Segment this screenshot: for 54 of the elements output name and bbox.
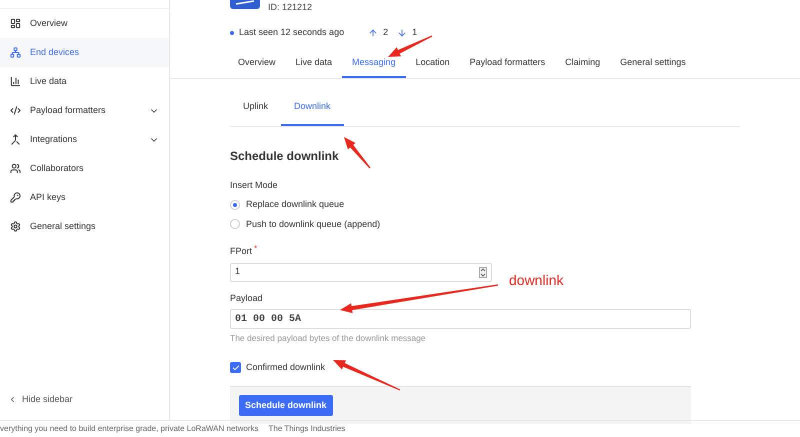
required-mark: * <box>254 245 258 255</box>
checkbox-label: Confirmed downlink <box>246 360 326 374</box>
field-label: Insert Mode <box>230 178 279 192</box>
sidebar-item[interactable]: Collaborators <box>0 154 169 183</box>
arrow-down-icon <box>397 28 408 38</box>
tab[interactable]: Payload formatters <box>460 54 556 78</box>
network-icon <box>10 47 21 58</box>
sidebar-item[interactable]: API keys <box>0 183 169 212</box>
fport-input[interactable]: 1 <box>230 262 492 282</box>
sidebar-item[interactable]: Live data <box>0 67 169 96</box>
spinner-icon <box>479 266 487 278</box>
tab[interactable]: Location <box>406 54 460 78</box>
key-icon <box>10 192 21 203</box>
chart-icon <box>10 76 21 87</box>
sidebar-item[interactable]: Overview <box>0 9 169 38</box>
radio-label: Replace downlink queue <box>246 198 344 211</box>
hide-sidebar-button[interactable]: Hide sidebar <box>0 392 169 406</box>
sidebar-item[interactable]: End devices <box>0 38 169 67</box>
downlink-count: 1 <box>412 26 418 39</box>
arrow-up-icon <box>368 28 378 38</box>
device-id: ID: 121212 <box>268 1 312 14</box>
radio-button[interactable] <box>230 200 240 210</box>
help-text: The desired payload bytes of the downlink message <box>230 332 427 345</box>
radio-button[interactable] <box>230 219 240 230</box>
radio-label: Push to downlink queue (append) <box>246 218 380 231</box>
footer-tagline: verything you need to build enterprise grade, private LoRaWAN networks <box>0 423 259 435</box>
uplink-count: 2 <box>383 26 388 39</box>
annotation-text: downlink <box>509 271 564 290</box>
section-title: Schedule downlink <box>230 148 339 164</box>
dashboard-icon <box>10 18 21 29</box>
field-label: FPort <box>230 245 252 258</box>
tab[interactable]: Live data <box>286 54 342 78</box>
annotation-arrow <box>344 137 370 168</box>
code-icon <box>10 105 21 116</box>
sidebar-item[interactable]: Integrations <box>0 125 169 154</box>
checkbox[interactable] <box>230 362 241 373</box>
annotation-arrow <box>333 360 400 390</box>
sidebar-item[interactable]: Payload formatters <box>0 96 169 125</box>
merge-icon <box>10 134 21 145</box>
footer-company: The Things Industries <box>268 423 346 435</box>
tab[interactable]: General settings <box>610 54 696 78</box>
schedule-downlink-button[interactable]: Schedule downlink <box>239 395 333 416</box>
tab[interactable]: Claiming <box>555 54 610 78</box>
annotation-arrow <box>388 36 432 57</box>
tab[interactable]: Downlink <box>281 100 344 126</box>
tab[interactable]: Uplink <box>230 100 282 126</box>
chevron-left-icon <box>8 394 17 404</box>
field-label: Payload <box>230 292 264 305</box>
sidebar-item[interactable]: General settings <box>0 212 169 241</box>
payload-input[interactable]: 01 00 00 5A <box>230 309 691 329</box>
last-seen-text: Last seen 12 seconds ago <box>239 26 344 39</box>
people-icon <box>10 163 21 174</box>
settings-icon <box>10 221 21 232</box>
tab[interactable]: Overview <box>228 54 286 78</box>
